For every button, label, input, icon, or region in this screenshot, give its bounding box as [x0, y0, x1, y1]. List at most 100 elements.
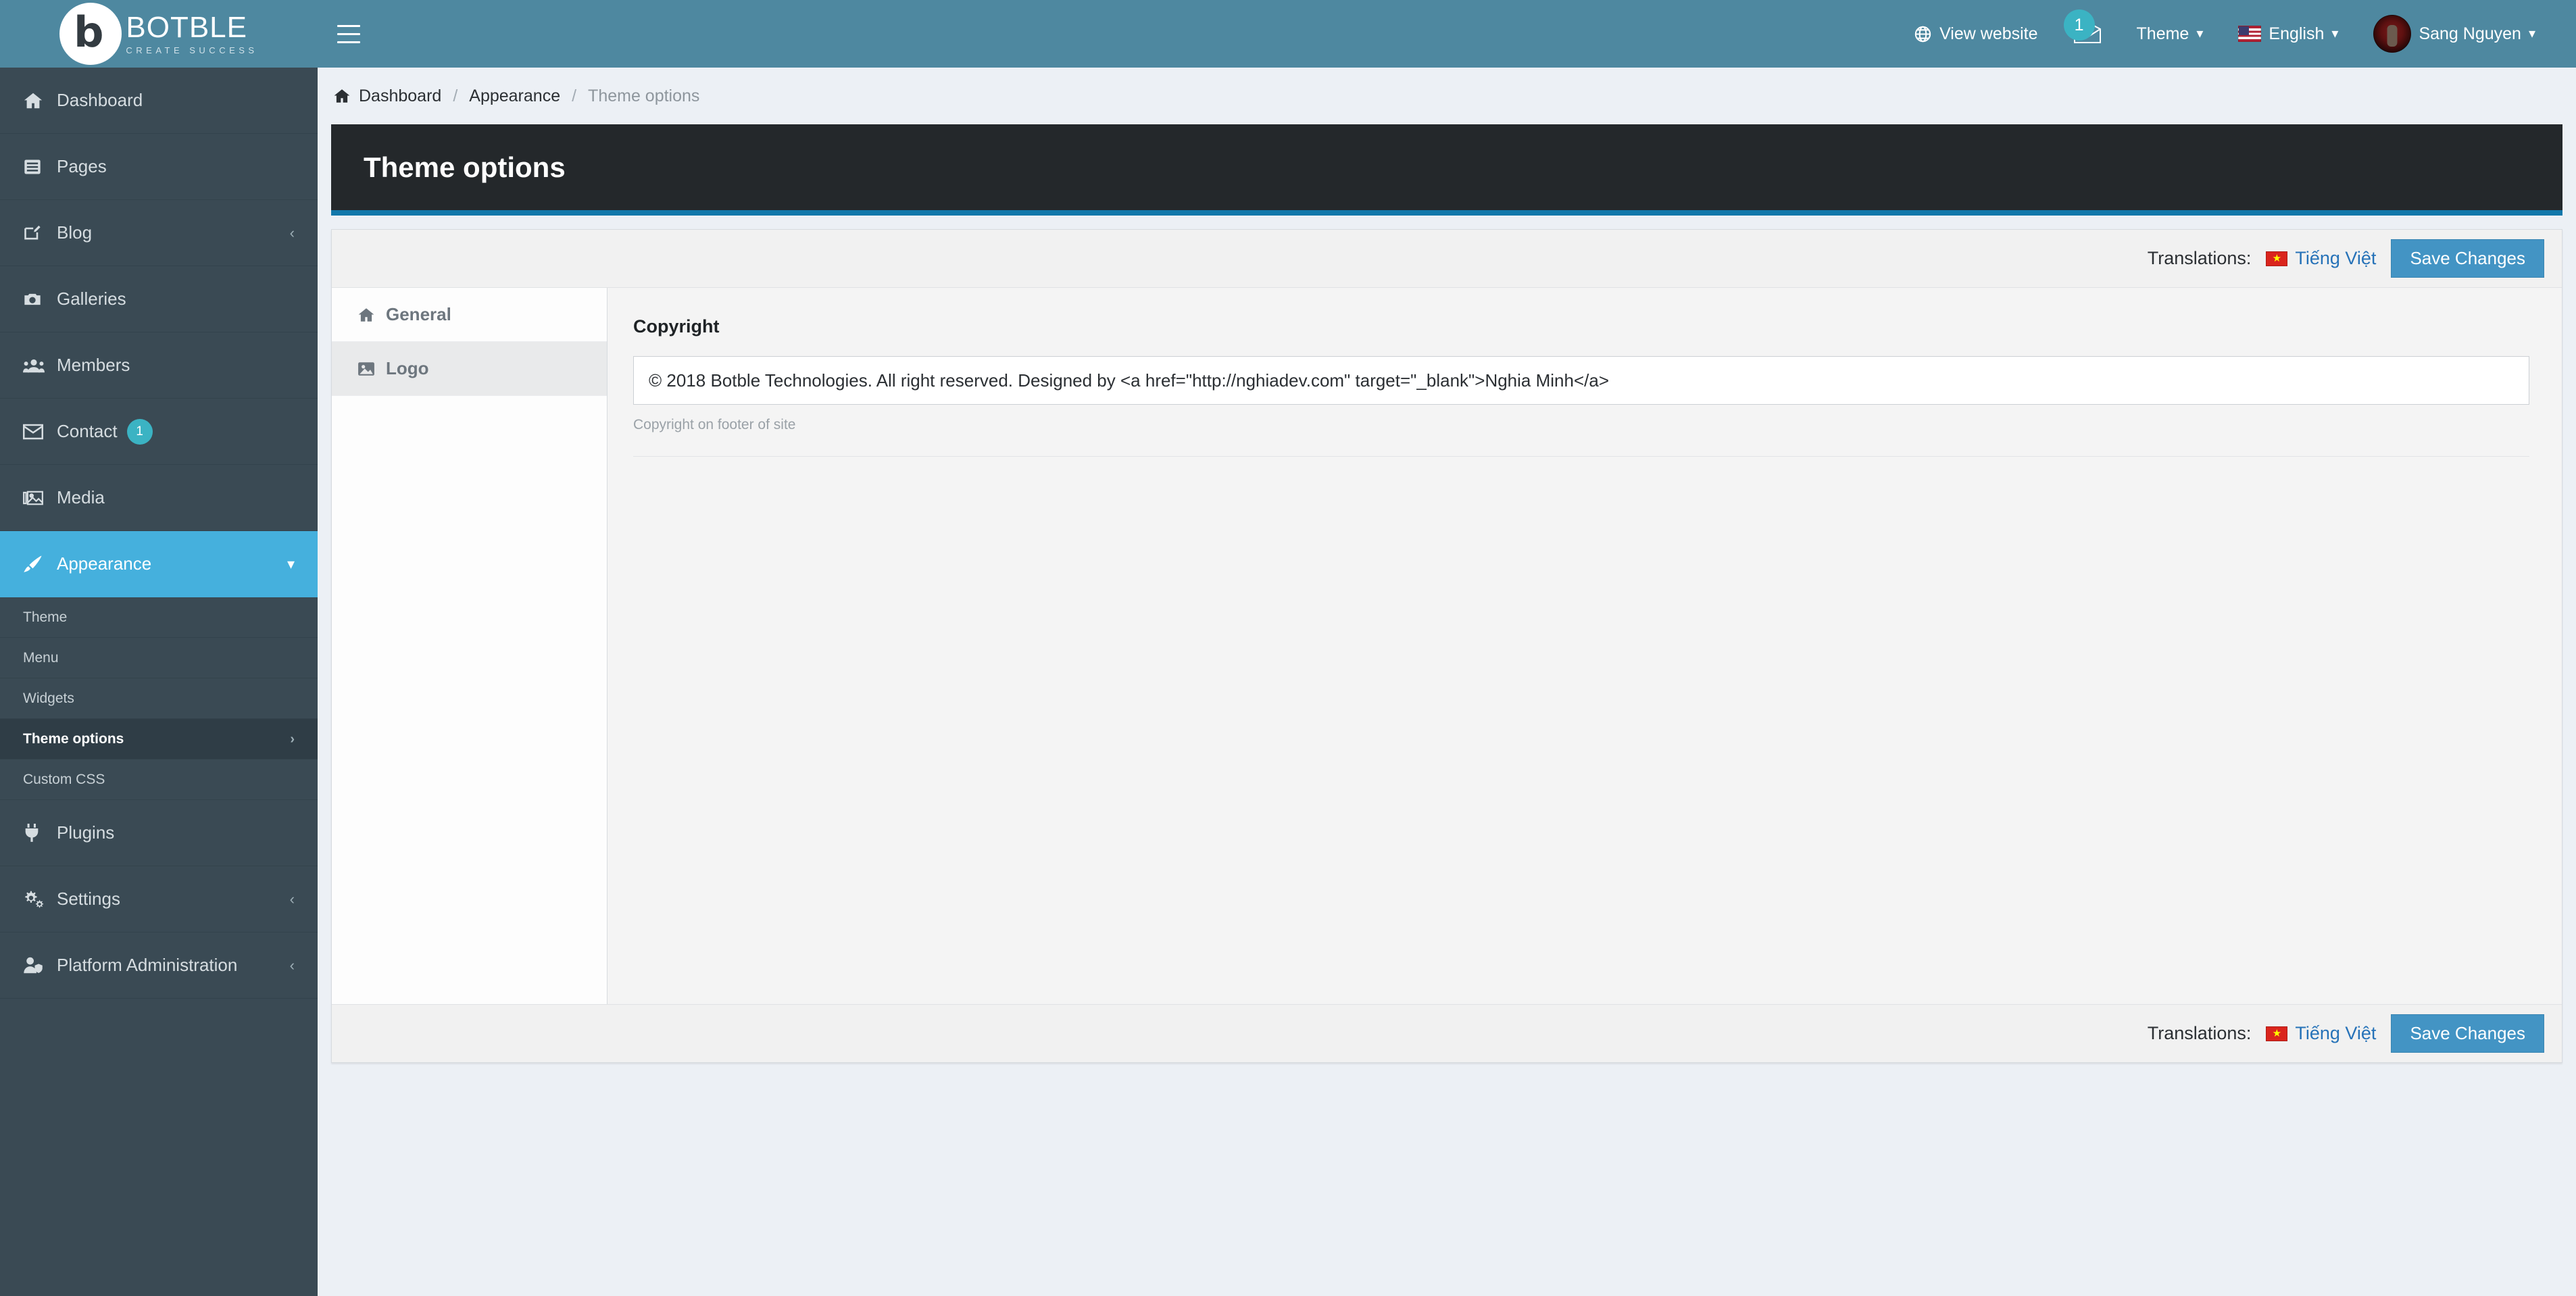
gears-icon — [23, 889, 57, 909]
tab-logo[interactable]: Logo — [332, 342, 607, 396]
envelope-icon — [23, 424, 57, 440]
sidebar-subitem-theme-options[interactable]: Theme options › — [0, 719, 318, 759]
sidebar-item-pages[interactable]: Pages — [0, 134, 318, 200]
sidebar-item-label: Settings — [57, 889, 120, 909]
sidebar-item-label: Plugins — [57, 822, 115, 843]
sidebar-item-dashboard[interactable]: Dashboard — [0, 68, 318, 134]
vietnam-flag-icon: ★ — [2266, 1026, 2288, 1041]
user-menu[interactable]: Sang Nguyen ▾ — [2356, 0, 2553, 68]
options-body: General Logo Copyright Copyright on foot… — [332, 288, 2562, 1004]
sidebar-item-plugins[interactable]: Plugins — [0, 800, 318, 866]
hamburger-bar — [337, 41, 360, 43]
main-sidebar: Dashboard Pages Blog ‹ Galleries Members — [0, 68, 318, 1296]
theme-dropdown-label: Theme — [2136, 24, 2189, 43]
view-website-link[interactable]: View website — [1896, 0, 2055, 68]
brand-logo[interactable]: b BOTBLE CREATE SUCCESS — [0, 0, 318, 68]
sidebar-subitem-menu[interactable]: Menu — [0, 638, 318, 678]
breadcrumb: Dashboard / Appearance / Theme options — [318, 68, 2576, 124]
us-flag-icon — [2238, 26, 2262, 42]
copyright-help-text: Copyright on footer of site — [633, 417, 796, 432]
theme-options-card: Translations: ★ Tiếng Việt Save Changes … — [331, 229, 2562, 1063]
sidebar-item-blog[interactable]: Blog ‹ — [0, 200, 318, 266]
translation-link-label: Tiếng Việt — [2295, 1023, 2377, 1043]
sidebar-item-label: Media — [57, 487, 105, 507]
tab-panel-general: Copyright Copyright on footer of site — [608, 288, 2562, 1004]
save-bar-bottom: Translations: ★ Tiếng Việt Save Changes — [332, 1004, 2562, 1062]
tab-label: Logo — [386, 358, 429, 378]
sidebar-toggle-button[interactable] — [318, 0, 380, 68]
sidebar-item-label: Pages — [57, 156, 107, 176]
sidebar-subitem-custom-css[interactable]: Custom CSS — [0, 759, 318, 800]
image-icon — [357, 361, 375, 377]
sidebar-item-galleries[interactable]: Galleries — [0, 266, 318, 332]
view-website-label: View website — [1939, 24, 2038, 43]
sidebar-subitem-label: Theme — [23, 609, 68, 625]
plug-icon — [23, 823, 57, 843]
members-icon — [23, 356, 57, 375]
hamburger-bar — [337, 24, 360, 27]
sidebar-item-label: Contact — [57, 421, 118, 441]
tab-general[interactable]: General — [332, 288, 607, 342]
breadcrumb-separator: / — [453, 86, 458, 105]
brand-name: BOTBLE — [126, 11, 247, 44]
sidebar-item-label: Blog — [57, 222, 93, 243]
home-icon — [333, 87, 351, 105]
options-tab-list: General Logo — [332, 288, 608, 1004]
translation-link-vietnamese[interactable]: ★ Tiếng Việt — [2266, 248, 2376, 269]
copyright-field-group: Copyright Copyright on footer of site — [633, 316, 2529, 457]
breadcrumb-link-appearance[interactable]: Appearance — [469, 86, 560, 106]
camera-icon — [23, 290, 57, 309]
sidebar-item-appearance[interactable]: Appearance ▾ — [0, 531, 318, 597]
flag-star: ★ — [2272, 1028, 2282, 1039]
sidebar-item-label: Appearance — [57, 553, 152, 574]
pages-icon — [23, 157, 57, 176]
chevron-left-icon: ‹ — [289, 890, 295, 907]
user-shield-icon — [23, 956, 57, 975]
sidebar-subitem-label: Widgets — [23, 690, 74, 706]
blog-edit-icon — [23, 224, 57, 243]
save-changes-button-top[interactable]: Save Changes — [2391, 239, 2544, 278]
main-content: Dashboard / Appearance / Theme options T… — [318, 68, 2576, 1296]
save-changes-button-bottom[interactable]: Save Changes — [2391, 1014, 2544, 1053]
copyright-label: Copyright — [633, 316, 720, 337]
sidebar-item-label: Members — [57, 355, 130, 375]
brush-icon — [23, 555, 57, 574]
globe-icon — [1914, 25, 1932, 43]
hamburger-bar — [337, 32, 360, 35]
sidebar-item-label: Dashboard — [57, 90, 143, 110]
chevron-right-icon: › — [290, 731, 295, 747]
theme-dropdown[interactable]: Theme ▾ — [2119, 0, 2221, 68]
vietnam-flag-icon: ★ — [2266, 251, 2288, 266]
chevron-down-icon: ▾ — [2196, 26, 2204, 41]
top-header-bar: b BOTBLE CREATE SUCCESS View website 1 T… — [0, 0, 2576, 68]
sidebar-item-label: Galleries — [57, 289, 126, 309]
flag-star: ★ — [2272, 253, 2282, 264]
sidebar-subitem-widgets[interactable]: Widgets — [0, 678, 318, 719]
translation-link-vietnamese[interactable]: ★ Tiếng Việt — [2266, 1023, 2376, 1044]
copyright-input[interactable] — [633, 356, 2529, 405]
translation-link-label: Tiếng Việt — [2295, 248, 2377, 268]
botble-logo-icon: b — [59, 3, 122, 65]
chevron-down-icon: ▾ — [287, 555, 295, 572]
sidebar-item-media[interactable]: Media — [0, 465, 318, 531]
sidebar-item-settings[interactable]: Settings ‹ — [0, 866, 318, 932]
translations-label: Translations: — [2147, 248, 2252, 268]
messages-count-badge: 1 — [2063, 9, 2095, 41]
save-bar-top: Translations: ★ Tiếng Việt Save Changes — [332, 230, 2562, 288]
tab-label: General — [386, 304, 451, 324]
header-actions: View website 1 Theme ▾ English ▾ Sang Ng… — [1896, 0, 2576, 68]
sidebar-subitem-theme[interactable]: Theme — [0, 597, 318, 638]
sidebar-item-contact[interactable]: Contact 1 — [0, 399, 318, 465]
language-dropdown[interactable]: English ▾ — [2221, 0, 2356, 68]
sidebar-item-label: Platform Administration — [57, 955, 238, 975]
chevron-left-icon: ‹ — [289, 224, 295, 241]
home-icon — [23, 91, 57, 111]
logo-b-glyph: b — [74, 7, 104, 57]
sidebar-item-members[interactable]: Members — [0, 332, 318, 399]
contact-count-badge: 1 — [126, 418, 153, 445]
messages-button[interactable]: 1 — [2056, 0, 2119, 68]
sidebar-subitem-label: Custom CSS — [23, 771, 105, 787]
sidebar-item-platform-administration[interactable]: Platform Administration ‹ — [0, 932, 318, 999]
brand-tagline: CREATE SUCCESS — [126, 45, 258, 55]
breadcrumb-link-dashboard[interactable]: Dashboard — [359, 86, 441, 106]
